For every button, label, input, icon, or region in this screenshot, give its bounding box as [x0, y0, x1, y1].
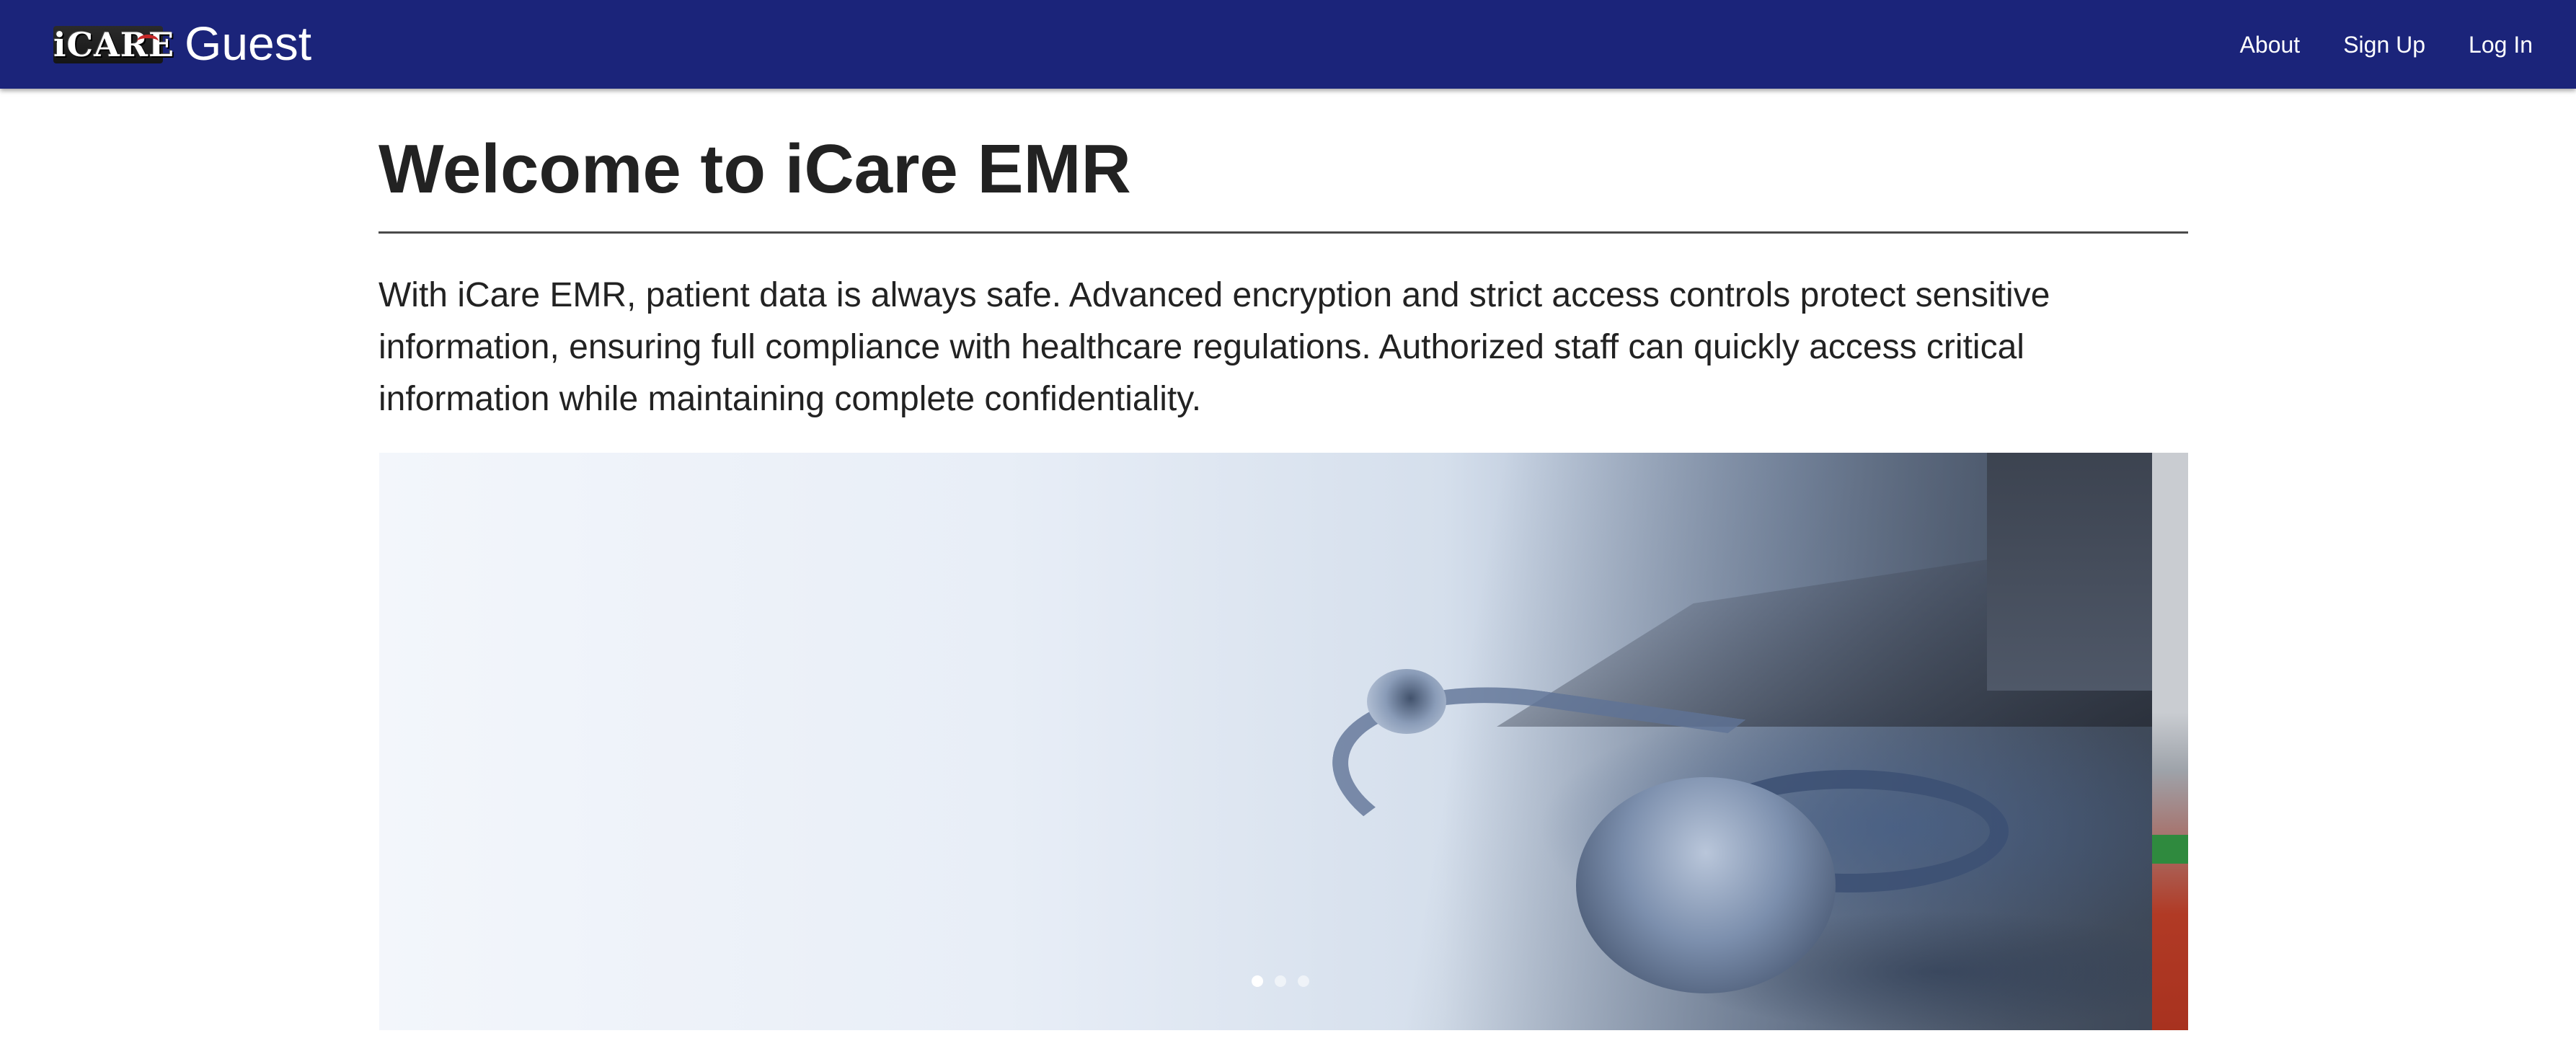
nav-links: About Sign Up Log In: [2218, 27, 2554, 62]
main-content: Welcome to iCare EMR With iCare EMR, pat…: [379, 89, 2188, 425]
nav-link-log-in[interactable]: Log In: [2447, 27, 2554, 62]
logo-swoosh-icon: [137, 35, 159, 48]
intro-paragraph: With iCare EMR, patient data is always s…: [379, 276, 2050, 418]
laptop-screen-image: [1987, 453, 2152, 691]
stethoscope-earpiece-image: [1367, 669, 1446, 734]
image-carousel[interactable]: [379, 453, 2188, 1030]
carousel-slide-next-peek: [2152, 453, 2188, 1030]
carousel-indicators: [1252, 975, 1309, 987]
title-divider: [379, 231, 2188, 234]
stethoscope-chestpiece-image: [1576, 777, 1836, 993]
carousel-indicator-3[interactable]: [1298, 975, 1309, 987]
carousel-slide-stethoscope-laptop: [379, 453, 2152, 1030]
nav-link-sign-up[interactable]: Sign Up: [2322, 27, 2447, 62]
icare-logo[interactable]: iCARE: [53, 26, 174, 63]
top-navbar: iCARE Guest About Sign Up Log In: [0, 0, 2576, 89]
next-slide-green-detail: [2152, 835, 2188, 864]
page-title: Welcome to iCare EMR: [379, 130, 1131, 208]
nav-link-about[interactable]: About: [2218, 27, 2322, 62]
carousel-indicator-1[interactable]: [1252, 975, 1263, 987]
brand-name: Guest: [185, 17, 312, 70]
carousel-indicator-2[interactable]: [1275, 975, 1286, 987]
